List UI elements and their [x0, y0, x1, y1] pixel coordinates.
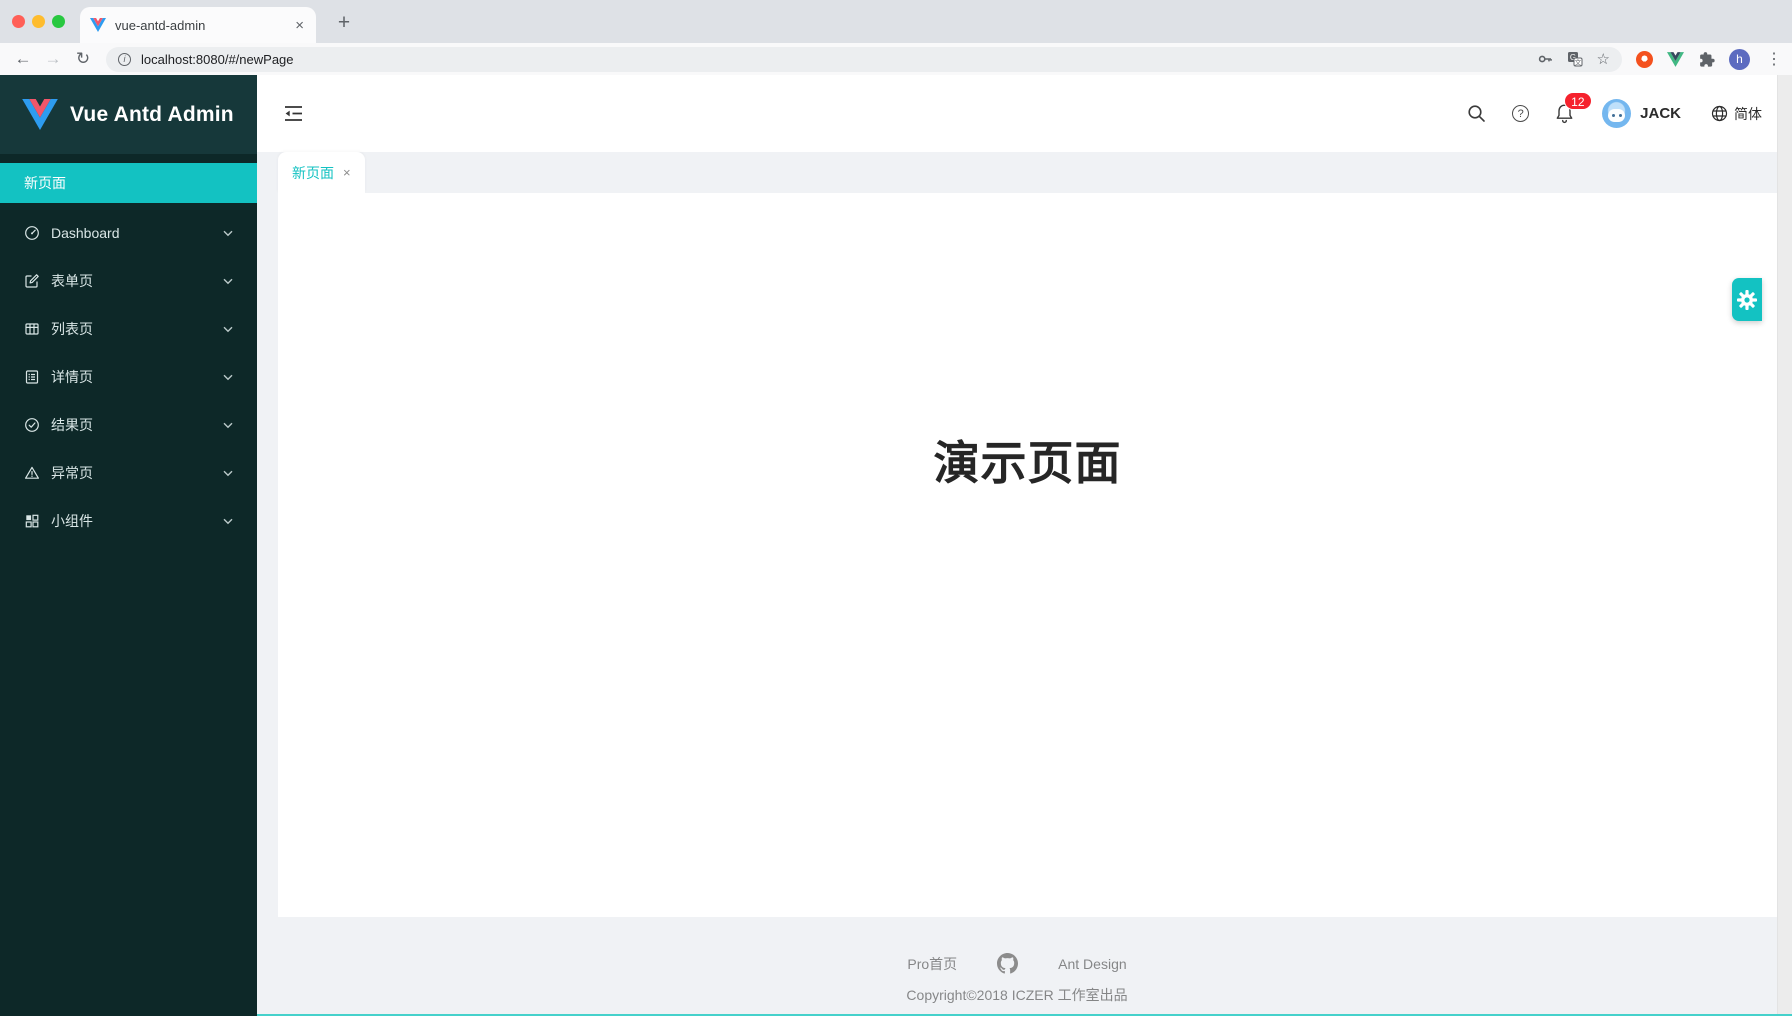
- theme-settings-button[interactable]: [1732, 278, 1762, 321]
- sidebar-item-detail[interactable]: 详情页: [0, 357, 257, 397]
- table-icon: [24, 321, 40, 337]
- minimize-window-button[interactable]: [32, 15, 45, 28]
- notification-badge: 12: [1564, 92, 1591, 110]
- browser-tabstrip: vue-antd-admin × +: [0, 0, 1792, 43]
- bookmark-star-icon[interactable]: ☆: [1597, 50, 1610, 68]
- sidebar-menu: 新页面 Dashboard: [0, 154, 257, 1016]
- page-title: 演示页面: [934, 427, 1122, 493]
- sidebar-item-list[interactable]: 列表页: [0, 309, 257, 349]
- user-menu[interactable]: JACK: [1602, 99, 1681, 128]
- app-header: ? 12 JACK: [257, 75, 1777, 152]
- sidebar-item-widgets[interactable]: 小组件: [0, 501, 257, 541]
- page-content: 演示页面: [278, 193, 1777, 917]
- header-actions: ? 12 JACK: [1467, 99, 1762, 128]
- sidebar-item-form[interactable]: 表单页: [0, 261, 257, 301]
- warning-icon: [24, 465, 40, 481]
- page-tabbar: 新页面 ×: [257, 152, 1777, 193]
- vue-logo-icon: [22, 99, 58, 130]
- app-title: Vue Antd Admin: [70, 103, 234, 127]
- address-bar[interactable]: i localhost:8080/#/newPage G 文 ☆: [106, 47, 1622, 72]
- appstore-icon: [24, 513, 40, 529]
- main-area: ? 12 JACK: [257, 75, 1777, 1016]
- user-avatar: [1602, 99, 1631, 128]
- form-icon: [24, 273, 40, 289]
- sidebar: Vue Antd Admin 新页面 Dashboard: [0, 75, 257, 1016]
- search-icon[interactable]: [1467, 104, 1486, 123]
- extensions-puzzle-icon[interactable]: [1698, 51, 1715, 68]
- globe-icon: [1711, 105, 1728, 122]
- footer-link-home[interactable]: Pro首页: [907, 954, 957, 974]
- profile-icon: [24, 369, 40, 385]
- sidebar-item-result[interactable]: 结果页: [0, 405, 257, 445]
- chevron-down-icon: [223, 326, 233, 333]
- sidebar-item-exception[interactable]: 异常页: [0, 453, 257, 493]
- screen: vue-antd-admin × + ← → ↻ i localhost:808…: [0, 0, 1792, 1016]
- sidebar-item-dashboard[interactable]: Dashboard: [0, 213, 257, 253]
- tab-close-icon[interactable]: ×: [293, 17, 306, 34]
- footer-link-antd[interactable]: Ant Design: [1058, 956, 1126, 972]
- chevron-down-icon: [223, 470, 233, 477]
- browser-tab[interactable]: vue-antd-admin ×: [80, 7, 316, 43]
- svg-text:文: 文: [1574, 58, 1581, 67]
- dashboard-icon: [24, 225, 40, 241]
- menu-fold-icon[interactable]: [283, 105, 304, 122]
- chevron-down-icon: [223, 374, 233, 381]
- forward-button: →: [38, 49, 68, 69]
- help-icon[interactable]: ?: [1512, 105, 1529, 122]
- new-tab-button[interactable]: +: [330, 10, 358, 38]
- extension-orange-icon[interactable]: [1636, 51, 1653, 68]
- notification-bell-icon[interactable]: 12: [1555, 103, 1574, 124]
- chevron-down-icon: [223, 422, 233, 429]
- language-label: 简体: [1734, 104, 1762, 124]
- extensions-area: h ⋮: [1636, 49, 1792, 70]
- close-window-button[interactable]: [12, 15, 25, 28]
- app-logo[interactable]: Vue Antd Admin: [0, 75, 257, 154]
- vue-favicon-icon: [90, 18, 106, 32]
- chevron-down-icon: [223, 278, 233, 285]
- maximize-window-button[interactable]: [52, 15, 65, 28]
- page-tab-new-page[interactable]: 新页面 ×: [278, 152, 365, 193]
- site-info-icon[interactable]: i: [118, 53, 131, 66]
- translate-icon[interactable]: G 文: [1567, 51, 1583, 67]
- browser-toolbar: ← → ↻ i localhost:8080/#/newPage G 文 ☆: [0, 43, 1792, 75]
- language-selector[interactable]: 简体: [1711, 104, 1762, 124]
- reload-button[interactable]: ↻: [68, 49, 98, 69]
- username: JACK: [1640, 105, 1681, 122]
- app-footer: Pro首页 Ant Design Copyright©2018 ICZER 工作…: [257, 917, 1777, 1016]
- github-icon[interactable]: [997, 953, 1018, 974]
- check-circle-icon: [24, 417, 40, 433]
- browser-menu-icon[interactable]: ⋮: [1766, 49, 1782, 69]
- url-text[interactable]: localhost:8080/#/newPage: [141, 52, 1523, 67]
- footer-links: Pro首页 Ant Design: [907, 953, 1126, 974]
- sidebar-item-new-page[interactable]: 新页面: [0, 163, 257, 203]
- password-key-icon[interactable]: [1537, 51, 1553, 67]
- browser-tab-title: vue-antd-admin: [115, 18, 293, 33]
- browser-scrollbar[interactable]: [1777, 75, 1792, 1016]
- vue-antd-admin-app: Vue Antd Admin 新页面 Dashboard: [0, 75, 1792, 1016]
- tab-close-icon[interactable]: ×: [343, 165, 351, 180]
- back-button[interactable]: ←: [8, 49, 38, 69]
- chevron-down-icon: [223, 518, 233, 525]
- chevron-down-icon: [223, 230, 233, 237]
- copyright: Copyright©2018 ICZER 工作室出品: [906, 985, 1127, 1005]
- browser-profile-avatar[interactable]: h: [1729, 49, 1750, 70]
- gear-icon: [1736, 289, 1758, 311]
- vue-devtools-icon[interactable]: [1667, 52, 1684, 67]
